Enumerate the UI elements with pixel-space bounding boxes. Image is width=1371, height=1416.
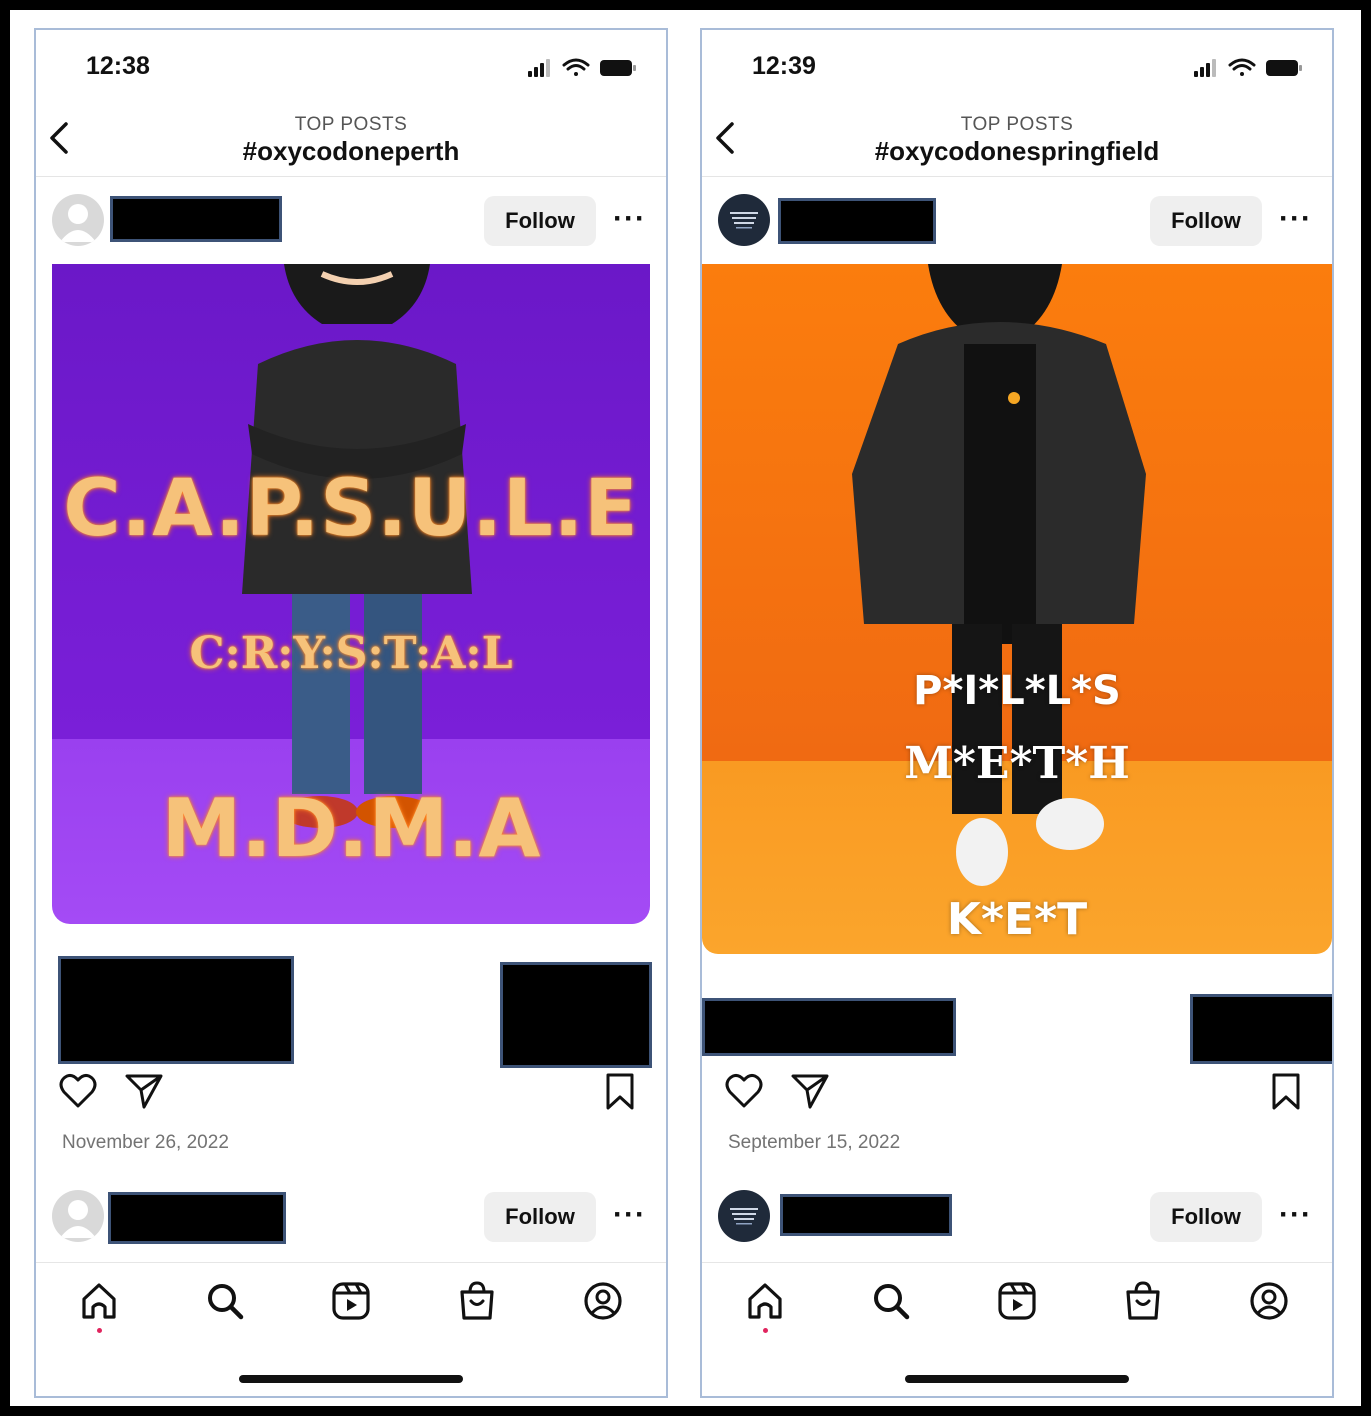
- redacted-username: [108, 1192, 286, 1244]
- reels-icon: [332, 1282, 370, 1320]
- battery-icon: [1266, 60, 1302, 76]
- post-date: September 15, 2022: [728, 1132, 901, 1153]
- brand-avatar-icon: [730, 212, 758, 229]
- default-avatar-icon: [60, 204, 96, 242]
- header-section-label: TOP POSTS: [960, 114, 1074, 135]
- redacted-region: [500, 962, 652, 1068]
- like-button[interactable]: [58, 1072, 98, 1115]
- tab-shop[interactable]: [1122, 1280, 1164, 1322]
- bookmark-icon: [606, 1073, 634, 1110]
- header-divider: [702, 176, 1332, 177]
- search-icon: [208, 1284, 244, 1320]
- home-notification-dot: [763, 1328, 768, 1333]
- avatar[interactable]: [52, 1190, 104, 1242]
- tab-reels[interactable]: [996, 1280, 1038, 1322]
- battery-icon: [600, 60, 636, 76]
- share-button[interactable]: [124, 1072, 164, 1115]
- heart-icon: [59, 1073, 97, 1108]
- more-options-button[interactable]: ···: [1279, 202, 1312, 236]
- home-notification-dot: [97, 1328, 102, 1333]
- profile-icon: [584, 1282, 622, 1320]
- home-indicator[interactable]: [239, 1375, 463, 1383]
- tab-home[interactable]: [78, 1280, 120, 1322]
- post-image[interactable]: P*I*L*L*S M*E*T*H K*E*T: [702, 264, 1332, 954]
- avatar[interactable]: [718, 194, 770, 246]
- shop-icon: [460, 1281, 494, 1320]
- wifi-icon: [562, 58, 590, 76]
- signal-icon: [1194, 59, 1216, 77]
- avatar-character-illustration: [852, 264, 1146, 886]
- home-indicator[interactable]: [905, 1375, 1129, 1383]
- post-date: November 26, 2022: [62, 1132, 229, 1153]
- heart-icon: [725, 1073, 763, 1108]
- more-options-button[interactable]: ···: [613, 202, 646, 236]
- image-overlay-text: M.D.M.A: [161, 782, 541, 875]
- redacted-username: [780, 1194, 952, 1236]
- page-title-hashtag: #oxycodonespringfield: [874, 136, 1160, 166]
- page-title-hashtag: #oxycodoneperth: [242, 136, 460, 166]
- share-button[interactable]: [790, 1072, 830, 1115]
- like-button[interactable]: [724, 1072, 764, 1115]
- phone-screen-right: 12:39 TOP POSTS #oxycodonespringfield Fo…: [700, 28, 1334, 1398]
- tab-profile[interactable]: [1248, 1280, 1290, 1322]
- status-icons: [528, 56, 638, 85]
- tab-bar-divider: [702, 1262, 1332, 1263]
- home-icon: [748, 1283, 782, 1319]
- image-overlay-text: K*E*T: [946, 894, 1088, 945]
- tab-profile[interactable]: [582, 1280, 624, 1322]
- header-divider: [36, 176, 666, 177]
- tab-search[interactable]: [204, 1280, 246, 1322]
- follow-button[interactable]: Follow: [484, 196, 596, 246]
- shop-icon: [1126, 1281, 1160, 1320]
- tab-reels[interactable]: [330, 1280, 372, 1322]
- more-options-button[interactable]: ···: [613, 1198, 646, 1232]
- redacted-region: [702, 998, 956, 1056]
- redacted-username: [110, 196, 282, 242]
- image-overlay-text: P*I*L*L*S: [913, 668, 1121, 714]
- bookmark-icon: [1272, 1073, 1300, 1110]
- avatar[interactable]: [718, 1190, 770, 1242]
- more-options-button[interactable]: ···: [1279, 1198, 1312, 1232]
- share-icon: [125, 1074, 163, 1109]
- redacted-region: [58, 956, 294, 1064]
- profile-icon: [1250, 1282, 1288, 1320]
- brand-avatar-icon: [730, 1208, 758, 1225]
- save-button[interactable]: [604, 1072, 636, 1117]
- status-time: 12:39: [752, 52, 816, 80]
- screenshot-frame: 12:38 TOP POSTS #oxycodoneperth Follow ·…: [10, 10, 1361, 1406]
- tab-bar-divider: [36, 1262, 666, 1263]
- redacted-region: [1190, 994, 1332, 1064]
- status-time: 12:38: [86, 52, 150, 80]
- signal-icon: [528, 59, 550, 77]
- tab-search[interactable]: [870, 1280, 912, 1322]
- post-image[interactable]: C.A.P.S.U.L.E C:R:Y:S:T:A:L M.D.M.A: [52, 264, 650, 924]
- share-icon: [791, 1074, 829, 1109]
- save-button[interactable]: [1270, 1072, 1302, 1117]
- avatar[interactable]: [52, 194, 104, 246]
- follow-button[interactable]: Follow: [1150, 196, 1262, 246]
- tab-shop[interactable]: [456, 1280, 498, 1322]
- image-overlay-text: M*E*T*H: [904, 738, 1130, 789]
- image-overlay-text: C.A.P.S.U.L.E: [63, 464, 639, 554]
- follow-button[interactable]: Follow: [484, 1192, 596, 1242]
- wifi-icon: [1228, 58, 1256, 76]
- tab-home[interactable]: [744, 1280, 786, 1322]
- phone-screen-left: 12:38 TOP POSTS #oxycodoneperth Follow ·…: [34, 28, 668, 1398]
- header-section-label: TOP POSTS: [294, 114, 408, 135]
- status-icons: [1194, 56, 1304, 85]
- follow-button[interactable]: Follow: [1150, 1192, 1262, 1242]
- redacted-username: [778, 198, 936, 244]
- default-avatar-icon: [60, 1200, 96, 1238]
- home-icon: [82, 1283, 116, 1319]
- image-overlay-text: C:R:Y:S:T:A:L: [189, 628, 513, 679]
- search-icon: [874, 1284, 910, 1320]
- reels-icon: [998, 1282, 1036, 1320]
